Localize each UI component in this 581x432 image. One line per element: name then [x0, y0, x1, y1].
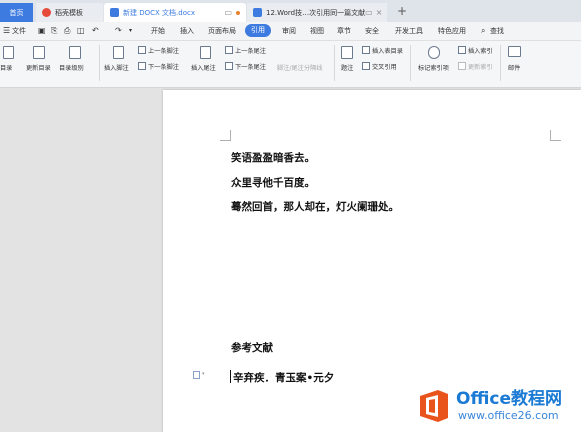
caption-icon: [341, 46, 353, 59]
quick-more-icon[interactable]: ▾: [129, 25, 132, 37]
insert-footnote-icon: [113, 46, 124, 59]
references-heading: 参考文献: [231, 342, 273, 354]
paragraph-layout-icon[interactable]: [193, 371, 200, 379]
mail-icon: [508, 46, 521, 57]
tab-bar: 首页 稻壳模板 新建 DOCX 文档.docx ▭ 12.Word技…次引用同一…: [0, 0, 581, 22]
save-icon[interactable]: ▣: [38, 25, 46, 37]
ribbon-separator-1: [99, 45, 100, 81]
export-icon[interactable]: ⎘: [51, 25, 57, 37]
toc-level-icon: [69, 46, 81, 59]
next-footnote-label: 下一条脚注: [148, 64, 179, 71]
crop-mark-top-left: [220, 130, 231, 141]
menu-bar: ☰ 文件 ▣ ⎘ ⎙ ◫ ↶ ↷ ▾ 开始 插入 页面布局 引用 审阅 视图 章…: [0, 22, 581, 41]
toc-level-label: 目录级别: [59, 65, 84, 72]
menu-page-layout[interactable]: 页面布局: [208, 25, 236, 37]
hamburger-icon[interactable]: ☰: [3, 25, 10, 37]
footnote-separator-label: 脚注/尾注分隔线: [277, 65, 323, 72]
menu-developer[interactable]: 开发工具: [395, 25, 423, 37]
mark-index-icon: [428, 46, 440, 59]
prev-endnote-icon: [225, 46, 233, 54]
watermark-url: www.office26.com: [458, 409, 559, 422]
tab-daoke-label: 稻壳模板: [55, 8, 83, 17]
document-page[interactable]: [163, 90, 581, 432]
daoke-logo-icon: [42, 8, 51, 17]
update-toc-label: 更新目录: [26, 65, 51, 72]
tab-home-label: 首页: [9, 8, 24, 17]
office26-watermark: Office教程网 www.office26.com: [414, 382, 581, 432]
tab-new-docx[interactable]: 新建 DOCX 文档.docx ▭: [104, 3, 246, 22]
ribbon-separator-3: [410, 45, 411, 81]
caption-label: 题注: [341, 65, 354, 72]
insert-index-icon: [458, 46, 466, 54]
paragraph-layout-chevron-icon[interactable]: ▾: [202, 371, 205, 377]
menu-search[interactable]: 查找: [490, 25, 504, 37]
monitor-icon[interactable]: ▭: [224, 8, 232, 17]
menu-insert[interactable]: 插入: [180, 25, 194, 37]
menu-review[interactable]: 审阅: [282, 25, 296, 37]
toc-label: 目录: [0, 65, 13, 72]
poem-line-3: 蓦然回首，那人却在，灯火阑珊处。: [231, 201, 399, 213]
prev-footnote-icon: [138, 46, 146, 54]
menu-references[interactable]: 引用: [245, 24, 271, 37]
menu-security[interactable]: 安全: [365, 25, 379, 37]
text-cursor: [230, 370, 231, 383]
search-icon[interactable]: ⌕: [481, 25, 485, 37]
next-endnote-label: 下一条尾注: [235, 64, 266, 71]
cross-reference-label: 交叉引用: [372, 64, 397, 71]
undo-icon[interactable]: ↶: [92, 25, 99, 37]
insert-endnote-label: 插入尾注: [191, 65, 216, 72]
tab-home[interactable]: 首页: [0, 3, 33, 22]
word-doc-icon-2: [253, 8, 262, 17]
next-endnote-icon: [225, 62, 233, 70]
ribbon-separator-4: [500, 45, 501, 81]
menu-file[interactable]: 文件: [12, 25, 26, 37]
unsaved-dot-icon: [236, 10, 240, 15]
mark-index-label: 标记索引项: [418, 65, 449, 72]
table-of-figures-icon: [362, 46, 370, 54]
menu-chapter[interactable]: 章节: [337, 25, 351, 37]
menu-start[interactable]: 开始: [151, 25, 165, 37]
redo-icon[interactable]: ↷: [115, 25, 122, 37]
watermark-title: Office教程网: [456, 389, 563, 409]
update-index-icon: [458, 62, 466, 70]
new-tab-button[interactable]: +: [397, 4, 407, 18]
poem-line-2: 众里寻他千百度。: [231, 177, 315, 189]
office-logo-icon: [420, 390, 448, 422]
insert-footnote-label: 插入脚注: [104, 65, 129, 72]
tab-daoke-template[interactable]: 稻壳模板: [36, 3, 103, 22]
poem-line-1: 笑语盈盈暗香去。: [231, 152, 315, 164]
preview-icon[interactable]: ◫: [77, 25, 85, 37]
menu-view[interactable]: 视图: [310, 25, 324, 37]
prev-endnote-label: 上一条尾注: [235, 48, 266, 55]
insert-endnote-icon: [200, 46, 211, 59]
cross-reference-icon: [362, 62, 370, 70]
menu-features[interactable]: 特色应用: [438, 25, 466, 37]
tab-new-docx-label: 新建 DOCX 文档.docx: [123, 8, 195, 17]
print-icon[interactable]: ⎙: [64, 25, 70, 37]
tab-word-tutorial-label: 12.Word技…次引用同一篇文献: [266, 8, 366, 17]
tab-word-tutorial[interactable]: 12.Word技…次引用同一篇文献 ▭ ×: [247, 3, 387, 22]
insert-table-of-figures-label: 插入表目录: [372, 48, 403, 55]
reference-entry: 辛弃疾．青玉案•元夕: [233, 372, 335, 384]
mail-label: 邮件: [508, 65, 521, 72]
ribbon-separator-2: [334, 45, 335, 81]
next-footnote-icon: [138, 62, 146, 70]
insert-index-label: 插入索引: [468, 48, 493, 55]
word-doc-icon: [110, 8, 119, 17]
prev-footnote-label: 上一条脚注: [148, 48, 179, 55]
update-toc-icon: [33, 46, 45, 59]
monitor-icon-2[interactable]: ▭: [365, 8, 373, 17]
crop-mark-top-right: [550, 130, 561, 141]
close-tab-icon[interactable]: ×: [376, 8, 383, 17]
toc-icon: [3, 46, 14, 59]
update-index-label: 更新索引: [468, 64, 493, 71]
